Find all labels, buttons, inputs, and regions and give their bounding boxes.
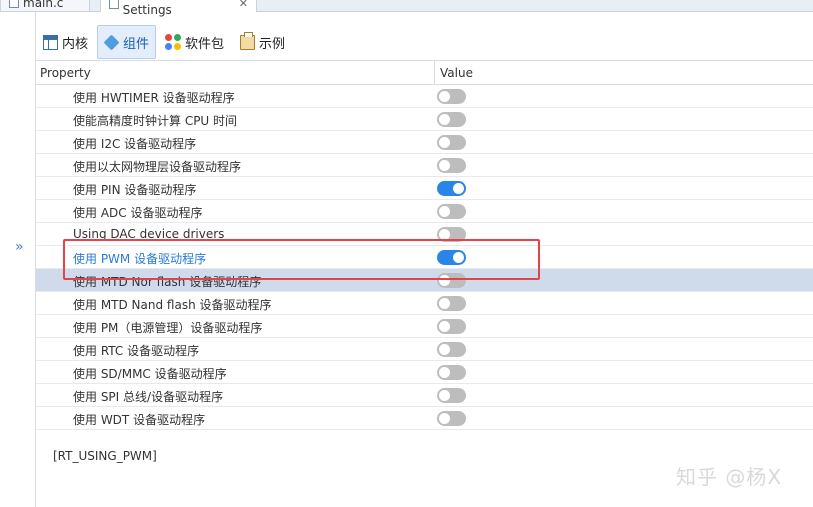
table-row[interactable]: 使用 MTD Nand flash 设备驱动程序 (36, 292, 813, 315)
property-label: 使用 WDT 设备驱动程序 (73, 413, 206, 427)
table-row[interactable]: 使用 ADC 设备驱动程序 (36, 200, 813, 223)
table-row[interactable]: 使用 I2C 设备驱动程序 (36, 131, 813, 154)
property-label: 使用 SD/MMC 设备驱动程序 (73, 367, 227, 381)
toggle-switch[interactable] (437, 411, 466, 426)
editor-tab-main-c[interactable]: main.c (0, 0, 90, 12)
toggle-switch[interactable] (437, 388, 466, 403)
property-label: 使用 PM（电源管理）设备驱动程序 (73, 321, 263, 335)
macro-name-label: [RT_USING_PWM] (53, 449, 157, 463)
kernel-icon (43, 34, 58, 50)
tab-label: 组件 (123, 36, 150, 52)
table-header: Property Value (36, 60, 813, 85)
example-icon (240, 31, 256, 50)
table-row[interactable]: 使用以太网物理层设备驱动程序 (36, 154, 813, 177)
column-separator[interactable] (434, 61, 435, 85)
settings-file-icon (109, 0, 119, 9)
table-row[interactable]: 使用 PM（电源管理）设备驱动程序 (36, 315, 813, 338)
property-label: 使用 ADC 设备驱动程序 (73, 206, 203, 220)
property-label: 使用 HWTIMER 设备驱动程序 (73, 91, 235, 105)
editor-tab-strip: main.c RT-Thread Settings ✕ (0, 0, 813, 17)
watermark: 知乎 @杨X (676, 465, 783, 489)
table-row[interactable]: 使用 RTC 设备驱动程序 (36, 338, 813, 361)
tab-packages[interactable]: 软件包 (158, 25, 231, 59)
toggle-switch[interactable] (437, 204, 466, 219)
highlight-annotation-box (63, 239, 540, 280)
property-label: 使能高精度时钟计算 CPU 时间 (73, 114, 238, 128)
editor-tab-label: main.c (23, 0, 64, 10)
toggle-switch[interactable] (437, 89, 466, 104)
table-row[interactable]: 使用 PIN 设备驱动程序 (36, 177, 813, 200)
left-gutter: » (0, 12, 36, 507)
toggle-switch[interactable] (437, 296, 466, 311)
table-row[interactable]: 使用 HWTIMER 设备驱动程序 (36, 85, 813, 108)
property-label: 使用以太网物理层设备驱动程序 (73, 160, 242, 174)
tab-kernel[interactable]: 内核 (36, 25, 95, 59)
property-label: 使用 PIN 设备驱动程序 (73, 183, 197, 197)
tab-label: 内核 (62, 36, 89, 52)
toggle-switch[interactable] (437, 135, 466, 150)
tab-components[interactable]: 组件 (97, 25, 157, 59)
tab-label: 软件包 (185, 36, 225, 52)
toggle-switch[interactable] (437, 181, 466, 196)
toggle-switch[interactable] (437, 319, 466, 334)
column-header-value[interactable]: Value (440, 66, 473, 80)
table-row[interactable]: 使用 SD/MMC 设备驱动程序 (36, 361, 813, 384)
property-label: 使用 MTD Nand flash 设备驱动程序 (73, 298, 272, 312)
expand-panel-icon[interactable]: » (15, 239, 23, 255)
table-row[interactable]: 使用 SPI 总线/设备驱动程序 (36, 384, 813, 407)
toggle-switch[interactable] (437, 342, 466, 357)
toggle-switch[interactable] (437, 365, 466, 380)
c-file-icon (9, 0, 19, 8)
table-row[interactable]: 使能高精度时钟计算 CPU 时间 (36, 108, 813, 131)
toggle-switch[interactable] (437, 112, 466, 127)
section-tab-bar: 内核 组件 软件包 示例 (36, 24, 294, 60)
property-label: 使用 RTC 设备驱动程序 (73, 344, 200, 358)
toggle-switch[interactable] (437, 158, 466, 173)
property-label: 使用 I2C 设备驱动程序 (73, 137, 197, 151)
close-icon[interactable]: ✕ (239, 0, 248, 10)
component-icon (103, 34, 120, 50)
table-row[interactable]: 使用 WDT 设备驱动程序 (36, 407, 813, 430)
editor-tab-label: RT-Thread Settings (122, 0, 182, 17)
tab-label: 示例 (259, 36, 286, 52)
property-label: 使用 SPI 总线/设备驱动程序 (73, 390, 224, 404)
tab-examples[interactable]: 示例 (233, 25, 292, 59)
package-icon (165, 34, 182, 50)
editor-tab-rt-thread-settings[interactable]: RT-Thread Settings ✕ (100, 0, 257, 17)
column-header-property[interactable]: Property (40, 66, 91, 80)
